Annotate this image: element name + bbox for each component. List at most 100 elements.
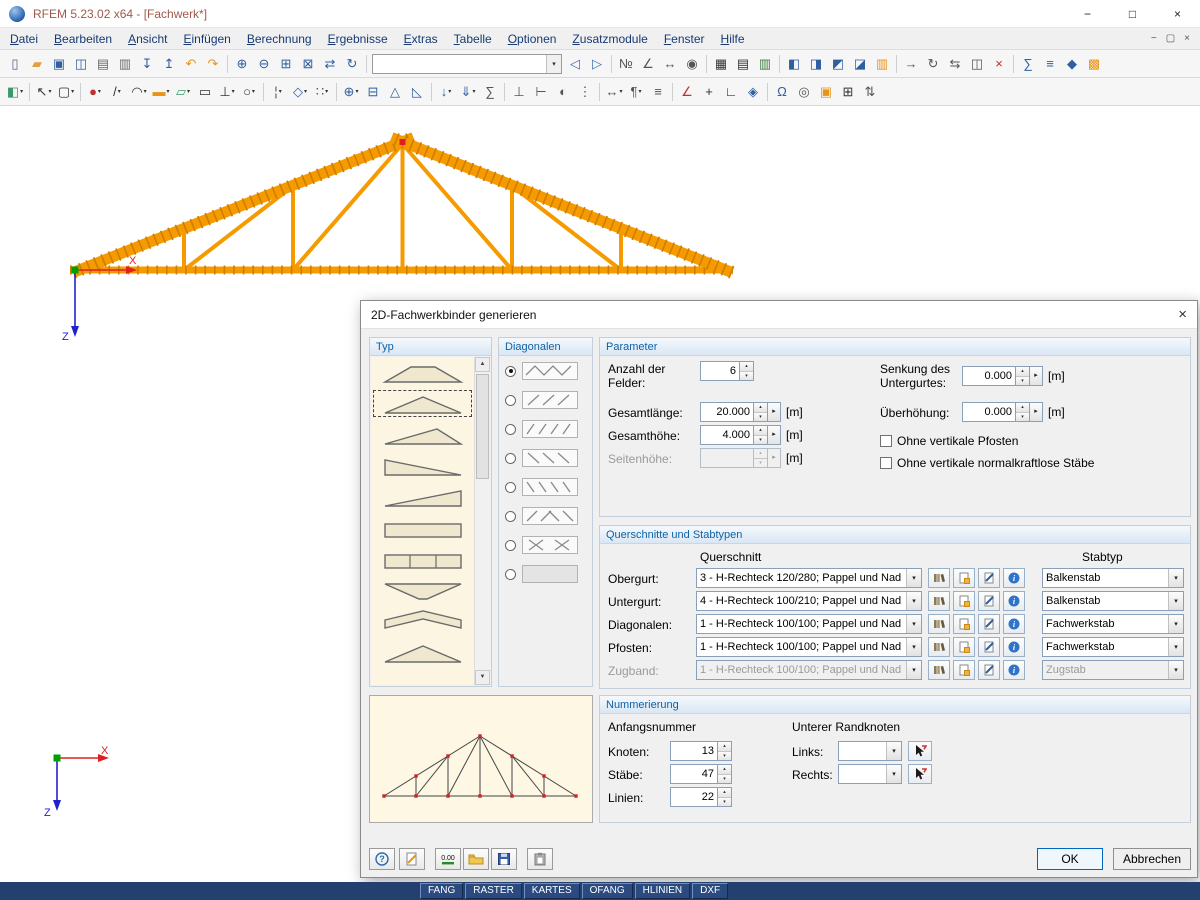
layers-icon[interactable]: ≡	[647, 81, 669, 103]
diagonal-option-falling-dense[interactable]	[505, 478, 578, 496]
diagonal-option-rising-dense[interactable]	[505, 420, 578, 438]
radio-icon[interactable]	[505, 482, 516, 493]
export-icon[interactable]: ↧	[136, 53, 158, 75]
radio-icon[interactable]	[505, 395, 516, 406]
diagonal-option-mixed[interactable]	[505, 507, 578, 525]
library-button-zugband[interactable]	[928, 660, 950, 680]
diagonal-option-falling[interactable]	[505, 449, 578, 467]
anzahl-felder-field[interactable]: 6▴▾	[700, 361, 754, 381]
radio-icon[interactable]	[505, 511, 516, 522]
new-node-icon[interactable]: ●▾	[84, 81, 106, 103]
senkung-field[interactable]: 0.000▴▾▸[m]	[962, 366, 1065, 386]
results-navigator-icon[interactable]: ◪	[849, 53, 871, 75]
ortho-icon[interactable]: ∟	[720, 81, 742, 103]
menu-berechnung[interactable]: Berechnung	[239, 29, 320, 49]
ueberhoehung-field[interactable]: 0.000▴▾▸[m]	[962, 402, 1065, 422]
diagonal-option-rising[interactable]	[505, 391, 578, 409]
links-combo[interactable]: ▾	[838, 741, 902, 761]
truss-type-triangular-offset[interactable]	[371, 419, 474, 450]
numbering-icon[interactable]: №	[615, 53, 637, 75]
pick-node-links-button[interactable]	[908, 741, 932, 761]
load-sum-icon[interactable]: ∑	[479, 81, 501, 103]
project-navigator-icon[interactable]: ◧	[783, 53, 805, 75]
menu-einfügen[interactable]: Einfügen	[175, 29, 238, 49]
rotate-view-icon[interactable]: ↻	[341, 53, 363, 75]
menu-zusatzmodule[interactable]: Zusatzmodule	[564, 29, 655, 49]
modules-icon[interactable]: ▩	[1083, 53, 1105, 75]
truss-type-triangular-2[interactable]	[371, 636, 474, 667]
save-settings-button[interactable]	[491, 848, 517, 870]
statusbar-tab-fang[interactable]: FANG	[420, 883, 463, 899]
linien-field[interactable]: 22▴▾	[670, 787, 732, 807]
stabtyp-combo-diagonalen[interactable]: Fachwerkstab▾	[1042, 614, 1184, 634]
library-button-untergurt[interactable]	[928, 591, 950, 611]
save-icon[interactable]: ▣	[48, 53, 70, 75]
axes-icon[interactable]: ∠	[637, 53, 659, 75]
rotate-icon[interactable]: ↻	[922, 53, 944, 75]
dimension-icon[interactable]: ↔▾	[603, 81, 625, 103]
scroll-down-icon[interactable]: ▼	[475, 670, 490, 685]
snap-icon[interactable]: +	[698, 81, 720, 103]
comment-button[interactable]	[399, 848, 425, 870]
generators-icon[interactable]: ◆	[1061, 53, 1083, 75]
guidelines-icon[interactable]: ¦▾	[267, 81, 289, 103]
snapshot-icon[interactable]: ◉	[681, 53, 703, 75]
member-load-icon[interactable]: ↓▾	[435, 81, 457, 103]
staebe-field[interactable]: 47▴▾	[670, 764, 732, 784]
panel-icon[interactable]: ▥	[871, 53, 893, 75]
gesamtlaenge-field[interactable]: 20.000▴▾▸[m]	[700, 402, 803, 422]
new-cross-section-button-pfosten[interactable]	[953, 637, 975, 657]
surface-load-icon[interactable]: ⇓▾	[457, 81, 479, 103]
combinations-icon[interactable]: ≡	[1039, 53, 1061, 75]
copy-icon[interactable]: ◫	[966, 53, 988, 75]
library-button-pfosten[interactable]	[928, 637, 950, 657]
section-icon[interactable]: ◺	[406, 81, 428, 103]
view-selector-combo[interactable]: ▾	[372, 54, 562, 74]
help-button[interactable]: ?	[369, 848, 395, 870]
truss-type-flat-duopitch[interactable]	[371, 357, 474, 388]
menu-datei[interactable]: Datei	[2, 29, 46, 49]
typ-scrollbar[interactable]: ▲ ▼	[474, 357, 490, 685]
info-button-obergurt[interactable]: i	[1003, 568, 1025, 588]
new-opening-icon[interactable]: ▭	[194, 81, 216, 103]
zoom-out-icon[interactable]: ⊖	[253, 53, 275, 75]
new-arc-icon[interactable]: ◠▾	[128, 81, 150, 103]
menu-fenster[interactable]: Fenster	[656, 29, 713, 49]
comment-icon[interactable]: ¶▾	[625, 81, 647, 103]
clipping-icon[interactable]: ⊟	[362, 81, 384, 103]
info-button-pfosten[interactable]: i	[1003, 637, 1025, 657]
menu-optionen[interactable]: Optionen	[500, 29, 565, 49]
new-cross-section-button-zugband[interactable]	[953, 660, 975, 680]
truss-type-parallel-chord-posts[interactable]	[371, 543, 474, 574]
library-button-obergurt[interactable]	[928, 568, 950, 588]
select-window-icon[interactable]: ▢▾	[55, 81, 77, 103]
scroll-thumb[interactable]	[476, 374, 489, 479]
radio-icon[interactable]	[505, 424, 516, 435]
truss-type-inverted-v[interactable]	[371, 574, 474, 605]
menu-bearbeiten[interactable]: Bearbeiten	[46, 29, 120, 49]
rechts-combo[interactable]: ▾	[838, 764, 902, 784]
grid-icon[interactable]: ∷▾	[311, 81, 333, 103]
new-support-icon[interactable]: ⊥▾	[216, 81, 238, 103]
delete-icon[interactable]: ×	[988, 53, 1010, 75]
stabtyp-combo-pfosten[interactable]: Fachwerkstab▾	[1042, 637, 1184, 657]
division-icon[interactable]: ⋮	[574, 81, 596, 103]
close-button[interactable]: ×	[1155, 0, 1200, 28]
statusbar-tab-hlinien[interactable]: HLINIEN	[635, 883, 690, 899]
radio-icon[interactable]	[505, 540, 516, 551]
menu-ansicht[interactable]: Ansicht	[120, 29, 175, 49]
truss-type-monopitch-left[interactable]	[371, 450, 474, 481]
new-line-icon[interactable]: /▾	[106, 81, 128, 103]
pan-icon[interactable]: ⇄	[319, 53, 341, 75]
release-icon[interactable]: ◐	[552, 81, 574, 103]
new-cross-section-button-diagonalen[interactable]	[953, 614, 975, 634]
line-support-icon[interactable]: ⊢	[530, 81, 552, 103]
edit-cross-section-button-pfosten[interactable]	[978, 637, 1000, 657]
statusbar-tab-dxf[interactable]: DXF	[692, 883, 728, 899]
querschnitt-combo-pfosten[interactable]: 1 - H-Rechteck 100/100; Pappel und Nad▾	[696, 637, 922, 657]
blocks-icon[interactable]: ▣	[815, 81, 837, 103]
new-cross-section-button-untergurt[interactable]	[953, 591, 975, 611]
view-3d-icon[interactable]: △	[384, 81, 406, 103]
select-icon[interactable]: ↖▾	[33, 81, 55, 103]
statusbar-tab-ofang[interactable]: OFANG	[582, 883, 633, 899]
